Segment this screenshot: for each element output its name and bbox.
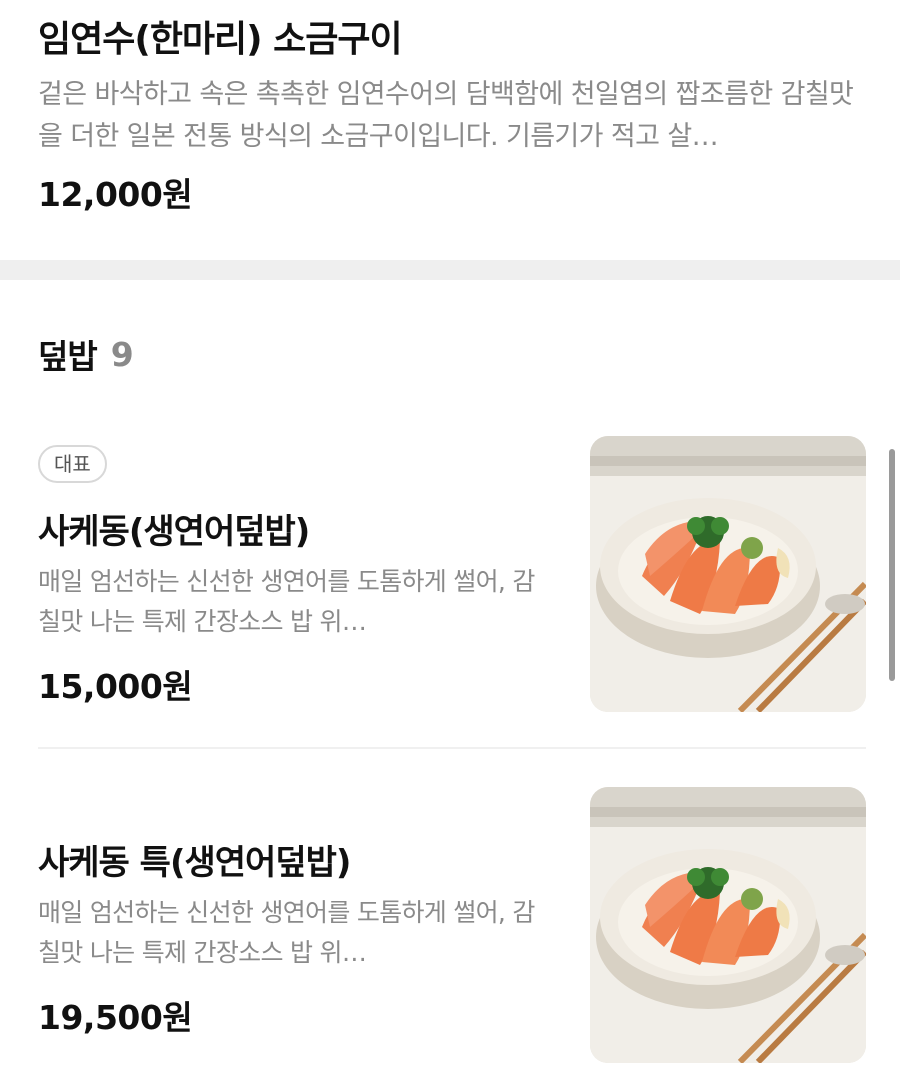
section-divider xyxy=(0,260,900,280)
menu-item-description: 겉은 바삭하고 속은 촉촉한 임연수어의 담백함에 천일염의 짭조름한 감칠맛을… xyxy=(38,79,854,152)
menu-item-price: 12,000원 xyxy=(38,175,193,214)
menu-item-name: 사케동(생연어덮밥) xyxy=(38,512,310,552)
menu-item-price: 15,000원 xyxy=(38,667,193,706)
scrollbar-thumb[interactable] xyxy=(889,449,895,681)
section-count: 9 xyxy=(110,334,134,374)
representative-badge: 대표 xyxy=(38,445,107,483)
menu-item[interactable]: 대표 사케동(생연어덮밥) 매일 엄선하는 신선한 생연어를 도톰하게 썰어, … xyxy=(38,436,866,712)
menu-item-photo[interactable] xyxy=(590,436,866,712)
menu-item-photo[interactable] xyxy=(590,787,866,1063)
section-title: 덮밥 xyxy=(38,337,98,376)
menu-item-description: 매일 엄선하는 신선한 생연어를 도톰하게 썰어, 감칠맛 나는 특제 간장소스… xyxy=(38,898,535,967)
menu-item-name: 사케동 특(생연어덮밥) xyxy=(38,843,351,883)
menu-item-description: 매일 엄선하는 신선한 생연어를 도톰하게 썰어, 감칠맛 나는 특제 간장소스… xyxy=(38,567,535,636)
menu-item-name: 임연수(한마리) 소금구이 xyxy=(38,19,403,60)
salmon-rice-bowl-photo-icon xyxy=(590,787,866,1063)
menu-item-price: 19,500원 xyxy=(38,998,193,1037)
menu-item[interactable]: 사케동 특(생연어덮밥) 매일 엄선하는 신선한 생연어를 도톰하게 썰어, 감… xyxy=(38,787,866,1063)
item-divider xyxy=(38,747,866,749)
section-header: 덮밥 9 xyxy=(38,332,134,377)
salmon-rice-bowl-photo-icon xyxy=(590,436,866,712)
